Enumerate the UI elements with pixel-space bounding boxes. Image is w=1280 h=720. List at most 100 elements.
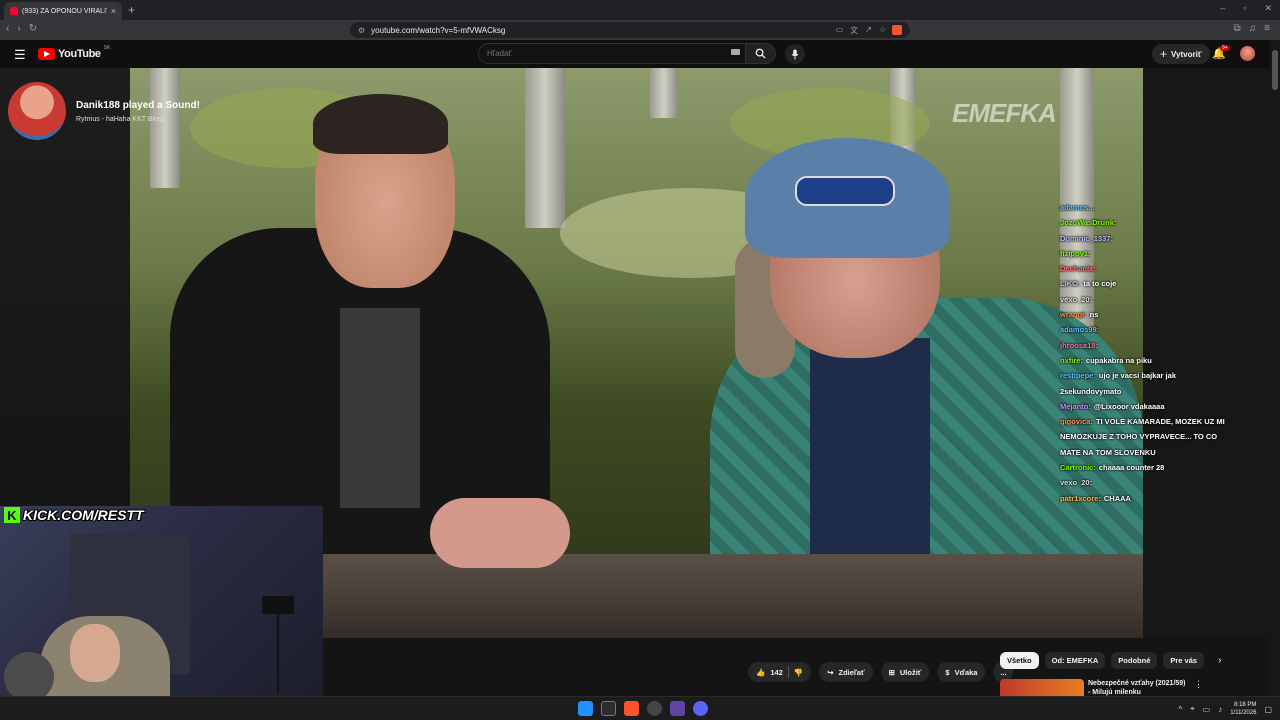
reload-icon[interactable]: ↻: [29, 23, 37, 34]
chat-username: adamos99:: [1060, 325, 1100, 335]
network-icon[interactable]: ▭: [1203, 705, 1211, 714]
chat-message: patr1xcore: CHAAA: [1060, 491, 1230, 506]
divider: [787, 666, 789, 678]
search-button[interactable]: [746, 43, 776, 64]
system-clock[interactable]: 8:18 PM 1/11/2026: [1230, 701, 1256, 717]
create-label: Vytvoriť: [1171, 49, 1202, 59]
task-view-icon[interactable]: [601, 701, 616, 716]
more-vert-icon[interactable]: ⋮: [1194, 679, 1203, 690]
youtube-logo[interactable]: YouTube SK: [38, 45, 111, 60]
chat-overlay: adamos... JozoWasDrunk: Dominic_1337: fizip…: [1060, 200, 1230, 506]
chat-username: adamos...: [1060, 203, 1095, 212]
mascot-figure: [4, 652, 54, 696]
account-avatar[interactable]: [1240, 46, 1255, 61]
create-button[interactable]: + Vytvoriť: [1152, 44, 1210, 64]
chevron-right-icon[interactable]: ›: [1218, 655, 1221, 666]
url-text: youtube.com/watch?v=5-mfVWACksg: [371, 25, 506, 35]
forward-icon[interactable]: ›: [17, 23, 20, 34]
microphone-icon: [791, 49, 799, 59]
country-code: SK: [103, 45, 111, 51]
thanks-button[interactable]: $ Vďaka: [937, 662, 986, 682]
like-button[interactable]: 👍 142: [756, 668, 783, 677]
media-icon[interactable]: ♫: [1249, 23, 1257, 34]
plus-icon: +: [1160, 47, 1168, 61]
share-button[interactable]: ↪ Zdieľať: [819, 662, 873, 682]
chat-text: ta to coje: [1083, 279, 1117, 289]
thumbs-up-icon: 👍: [756, 667, 766, 677]
cast-icon[interactable]: ▭: [836, 25, 844, 36]
chat-username: gigovica:: [1060, 417, 1093, 427]
close-window-icon[interactable]: ✕: [1264, 3, 1272, 14]
location-icon[interactable]: ⌖: [1190, 704, 1195, 714]
share-icon: ↪: [827, 667, 834, 677]
minimize-icon[interactable]: –: [1220, 3, 1225, 14]
new-tab-button[interactable]: +: [128, 3, 135, 17]
nav-buttons: ‹ › ↻: [6, 23, 37, 34]
translate-icon[interactable]: 文: [850, 25, 858, 36]
address-bar[interactable]: ⚙ youtube.com/watch?v=5-mfVWACksg ▭ 文 ↗ …: [350, 22, 910, 38]
page-scrollbar[interactable]: [1270, 40, 1280, 696]
twitch-icon[interactable]: [670, 701, 685, 716]
tray-chevron-icon[interactable]: ^: [1178, 705, 1182, 714]
extensions-icon[interactable]: ⧉: [1234, 23, 1241, 34]
site-info-icon[interactable]: ⚙: [358, 26, 365, 35]
chat-username: Mejanto:: [1060, 401, 1091, 411]
share-label: Zdieľať: [838, 667, 865, 677]
like-dislike-group: 👍 142 👎: [748, 662, 812, 682]
chip-from-channel[interactable]: Od: EMEFKA: [1044, 652, 1106, 669]
chat-text: ns: [1089, 310, 1099, 320]
start-menu-icon[interactable]: [578, 701, 593, 716]
recommendation-title[interactable]: Nebezpečné vzťahy (2021/59) - Milujú mil…: [1088, 679, 1188, 696]
chat-message: fizippy1:: [1060, 246, 1230, 261]
brave-shields-icon[interactable]: [892, 25, 902, 35]
chat-username: fizippy1:: [1060, 248, 1091, 258]
browser-toolbar: ‹ › ↻ ⚙ youtube.com/watch?v=5-mfVWACksg …: [0, 20, 1280, 40]
chip-for-you[interactable]: Pre vás: [1163, 652, 1205, 669]
obs-icon[interactable]: [647, 701, 662, 716]
chat-username: jhroosa18:: [1060, 340, 1098, 350]
back-icon[interactable]: ‹: [6, 23, 9, 34]
discord-icon[interactable]: [693, 701, 708, 716]
hamburger-menu-icon[interactable]: ☰: [14, 47, 26, 63]
bookmark-icon[interactable]: ☆: [879, 25, 886, 36]
search-input[interactable]: [478, 43, 746, 64]
clock-time: 8:18 PM: [1234, 702, 1257, 708]
chat-username: vexo_20:: [1060, 294, 1093, 304]
video-actions: 👍 142 👎 ↪ Zdieľať ⊞ Uložiť $ Vďaka ...: [748, 662, 1014, 682]
share-page-icon[interactable]: ↗: [865, 25, 872, 36]
brave-browser-icon[interactable]: [624, 701, 639, 716]
chip-related[interactable]: Podobné: [1111, 652, 1158, 669]
youtube-favicon-icon: [10, 7, 18, 15]
system-tray: ^ ⌖ ▭ ♪ 8:18 PM 1/11/2026 ▢: [1178, 701, 1272, 717]
save-button[interactable]: ⊞ Uložiť: [880, 662, 930, 682]
chat-username: vexo_20:: [1060, 478, 1093, 488]
browser-menu-icon[interactable]: ≡: [1264, 23, 1270, 34]
youtube-play-icon: [38, 48, 55, 60]
chat-message: restipepe: ujo je vacsi bajkar jak 2sekun…: [1060, 368, 1230, 399]
streamer-webcam: [0, 506, 323, 696]
chip-all[interactable]: Všetko: [1000, 652, 1039, 669]
chat-message: vexo_20:: [1060, 475, 1230, 490]
alert-avatar: [8, 82, 66, 140]
notification-center-icon[interactable]: ▢: [1264, 705, 1272, 714]
alert-title: Danik188 played a Sound!: [76, 99, 200, 111]
chat-message: gigovica: TI VOLE KAMARADE, MOZEK UZ MI N…: [1060, 414, 1230, 460]
save-label: Uložiť: [899, 667, 922, 677]
volume-icon[interactable]: ♪: [1218, 705, 1222, 714]
browser-tab[interactable]: (933) ZA OPONOU VIRALITY ×: [4, 2, 122, 20]
scrollbar-thumb[interactable]: [1272, 50, 1278, 90]
maximize-icon[interactable]: ▫: [1243, 3, 1246, 14]
notification-badge: 9+: [1220, 45, 1230, 51]
close-tab-icon[interactable]: ×: [111, 6, 116, 16]
recommendation-chips: Všetko Od: EMEFKA Podobné Pre vás ›: [1000, 652, 1221, 669]
chat-message: Dominic_1337:: [1060, 231, 1230, 246]
chat-message: Mejanto: @Lixooor vdakaaaa: [1060, 399, 1230, 414]
recommendation-thumbnail[interactable]: [1000, 679, 1084, 696]
keyboard-icon[interactable]: [731, 49, 740, 55]
chat-username: Cartronic:: [1060, 463, 1096, 473]
person-left-hair: [313, 94, 448, 154]
search-icon: [755, 48, 766, 59]
dislike-button[interactable]: 👎: [794, 668, 803, 677]
voice-search-button[interactable]: [785, 44, 805, 64]
kick-logo-icon: K: [4, 507, 20, 523]
